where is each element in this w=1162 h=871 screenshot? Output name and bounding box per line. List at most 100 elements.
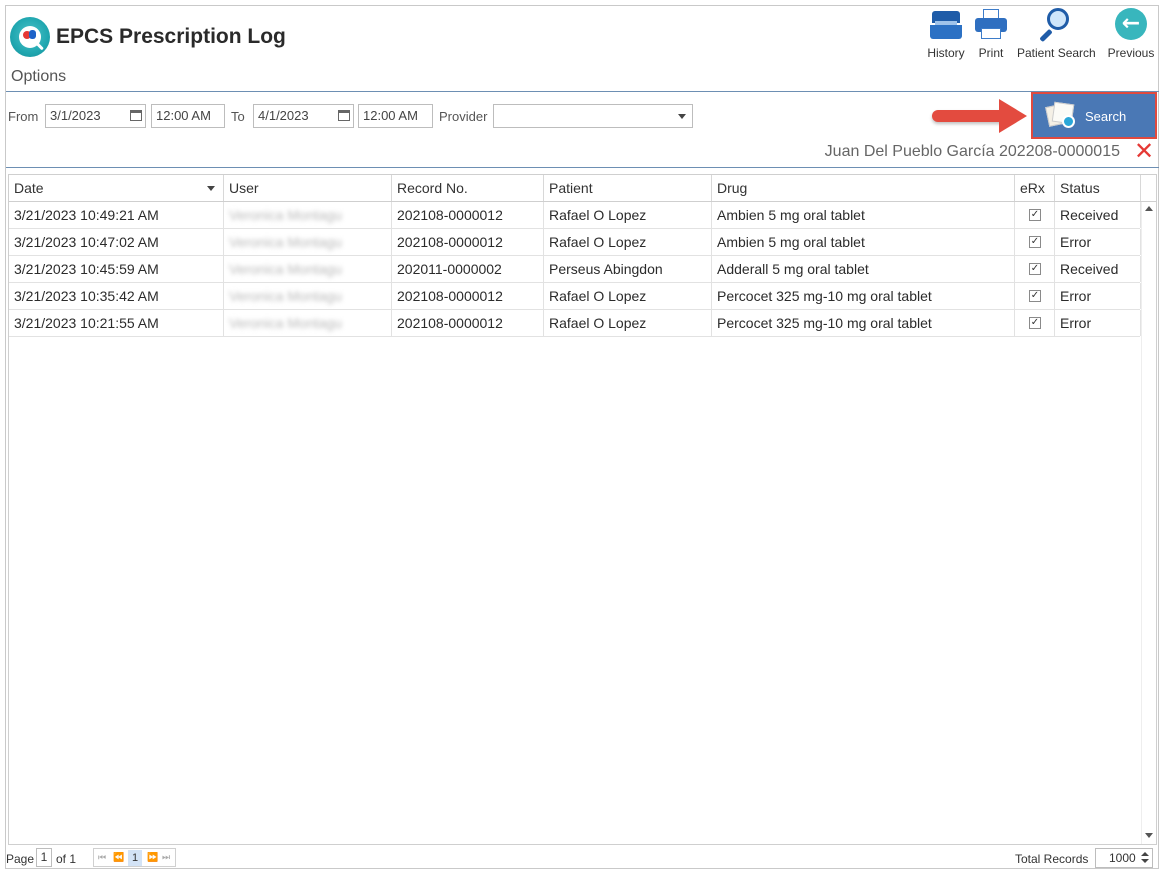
user-cell: Veronica Montagu xyxy=(224,229,392,255)
previous-button[interactable]: ← Previous xyxy=(1096,8,1162,64)
table-row[interactable]: 3/21/2023 10:47:02 AM Veronica Montagu 2… xyxy=(9,229,1141,256)
from-date-value: 3/1/2023 xyxy=(50,108,101,123)
divider xyxy=(6,167,1159,168)
magnifier-icon xyxy=(1038,8,1072,43)
column-header-user[interactable]: User xyxy=(224,175,392,201)
date-cell: 3/21/2023 10:47:02 AM xyxy=(9,229,224,255)
record-cell: 202011-0000002 xyxy=(392,256,544,282)
from-date-input[interactable]: 3/1/2023 xyxy=(45,104,146,128)
date-cell: 3/21/2023 10:49:21 AM xyxy=(9,202,224,228)
column-header-patient[interactable]: Patient xyxy=(544,175,712,201)
date-cell: 3/21/2023 10:21:55 AM xyxy=(9,310,224,336)
drug-cell: Ambien 5 mg oral tablet xyxy=(712,202,1015,228)
calendar-icon[interactable] xyxy=(130,110,142,121)
back-arrow-icon: ← xyxy=(1114,8,1148,40)
annotation-arrow-head xyxy=(999,99,1027,133)
user-name-redacted: Veronica Montagu xyxy=(229,315,342,331)
search-button[interactable]: Search xyxy=(1031,92,1157,139)
record-cell: 202108-0000012 xyxy=(392,229,544,255)
record-cell: 202108-0000012 xyxy=(392,310,544,336)
calendar-icon[interactable] xyxy=(338,110,350,121)
patient-cell: Perseus Abingdon xyxy=(544,256,712,282)
from-label: From xyxy=(8,109,39,124)
next-page-icon[interactable]: ⏩ xyxy=(147,852,158,863)
total-records-spinner[interactable]: 1000 xyxy=(1095,848,1153,868)
to-time-value: 12:00 AM xyxy=(363,108,418,123)
previous-label: Previous xyxy=(1107,46,1155,60)
user-name-redacted: Veronica Montagu xyxy=(229,207,342,223)
divider xyxy=(6,91,1159,92)
prev-page-icon[interactable]: ⏪ xyxy=(113,852,124,863)
annotation-arrow xyxy=(932,110,1004,122)
page-number-input[interactable]: 1 xyxy=(36,848,52,867)
drug-cell: Percocet 325 mg-10 mg oral tablet xyxy=(712,283,1015,309)
first-page-icon[interactable]: ⏮ xyxy=(98,852,106,863)
print-label: Print xyxy=(978,46,1004,60)
user-cell: Veronica Montagu xyxy=(224,202,392,228)
erx-checkbox[interactable]: ✓ xyxy=(1029,290,1041,302)
date-cell: 3/21/2023 10:45:59 AM xyxy=(9,256,224,282)
user-cell: Veronica Montagu xyxy=(224,256,392,282)
scroll-down-icon[interactable] xyxy=(1145,833,1153,838)
patient-cell: Rafael O Lopez xyxy=(544,283,712,309)
status-cell: Error xyxy=(1055,229,1141,255)
provider-label: Provider xyxy=(439,109,488,124)
page-title: EPCS Prescription Log xyxy=(56,25,286,48)
record-cell: 202108-0000012 xyxy=(392,283,544,309)
close-icon[interactable]: ✕ xyxy=(1133,139,1155,163)
to-label: To xyxy=(231,109,245,124)
vertical-scrollbar[interactable] xyxy=(1141,202,1156,844)
erx-cell: ✓ xyxy=(1015,283,1055,309)
erx-checkbox[interactable]: ✓ xyxy=(1029,209,1041,221)
date-cell: 3/21/2023 10:35:42 AM xyxy=(9,283,224,309)
patient-cell: Rafael O Lopez xyxy=(544,202,712,228)
drug-cell: Ambien 5 mg oral tablet xyxy=(712,229,1015,255)
drug-cell: Percocet 325 mg-10 mg oral tablet xyxy=(712,310,1015,336)
status-cell: Error xyxy=(1055,310,1141,336)
from-time-input[interactable]: 12:00 AM xyxy=(151,104,225,128)
column-header-date[interactable]: Date xyxy=(9,175,224,201)
drug-cell: Adderall 5 mg oral tablet xyxy=(712,256,1015,282)
user-cell: Veronica Montagu xyxy=(224,283,392,309)
table-row[interactable]: 3/21/2023 10:21:55 AM Veronica Montagu 2… xyxy=(9,310,1141,337)
table-row[interactable]: 3/21/2023 10:35:42 AM Veronica Montagu 2… xyxy=(9,283,1141,310)
page-label: Page xyxy=(6,852,35,866)
total-records-label: Total Records xyxy=(1015,852,1089,866)
column-header-drug[interactable]: Drug xyxy=(712,175,1015,201)
scroll-up-icon[interactable] xyxy=(1145,206,1153,211)
erx-checkbox[interactable]: ✓ xyxy=(1029,317,1041,329)
table-row[interactable]: 3/21/2023 10:45:59 AM Veronica Montagu 2… xyxy=(9,256,1141,283)
search-button-label: Search xyxy=(1085,109,1127,124)
patient-cell: Rafael O Lopez xyxy=(544,310,712,336)
column-header-erx[interactable]: eRx xyxy=(1015,175,1055,201)
total-records-value: 1000 xyxy=(1109,851,1136,865)
last-page-icon[interactable]: ⏭ xyxy=(162,852,170,863)
erx-cell: ✓ xyxy=(1015,202,1055,228)
patient-banner: Juan Del Pueblo García 202208-0000015 xyxy=(824,143,1120,160)
column-header-status[interactable]: Status xyxy=(1055,175,1141,201)
spinner-arrows-icon[interactable] xyxy=(1141,851,1149,865)
pager-controls: ⏮ ⏪ 1 ⏩ ⏭ xyxy=(93,848,176,867)
to-time-input[interactable]: 12:00 AM xyxy=(358,104,433,128)
page-count-label: of 1 xyxy=(56,852,77,866)
prescription-grid: Date User Record No. Patient Drug eRx St… xyxy=(8,174,1157,845)
from-time-value: 12:00 AM xyxy=(156,108,211,123)
table-row[interactable]: 3/21/2023 10:49:21 AM Veronica Montagu 2… xyxy=(9,202,1141,229)
erx-cell: ✓ xyxy=(1015,256,1055,282)
column-header-record[interactable]: Record No. xyxy=(392,175,544,201)
patient-search-button[interactable]: Patient Search xyxy=(1017,8,1096,64)
provider-select[interactable] xyxy=(493,104,693,128)
to-date-input[interactable]: 4/1/2023 xyxy=(253,104,354,128)
current-page-button[interactable]: 1 xyxy=(128,850,142,866)
status-cell: Received xyxy=(1055,256,1141,282)
patient-search-label: Patient Search xyxy=(1017,46,1096,60)
options-label[interactable]: Options xyxy=(11,68,66,86)
erx-checkbox[interactable]: ✓ xyxy=(1029,263,1041,275)
pager-bar: Page 1 of 1 ⏮ ⏪ 1 ⏩ ⏭ Total Records 1000 xyxy=(6,846,1159,868)
user-name-redacted: Veronica Montagu xyxy=(229,261,342,277)
chevron-down-icon xyxy=(678,114,686,119)
patient-cell: Rafael O Lopez xyxy=(544,229,712,255)
record-cell: 202108-0000012 xyxy=(392,202,544,228)
print-button[interactable]: Print xyxy=(956,8,1026,64)
erx-checkbox[interactable]: ✓ xyxy=(1029,236,1041,248)
